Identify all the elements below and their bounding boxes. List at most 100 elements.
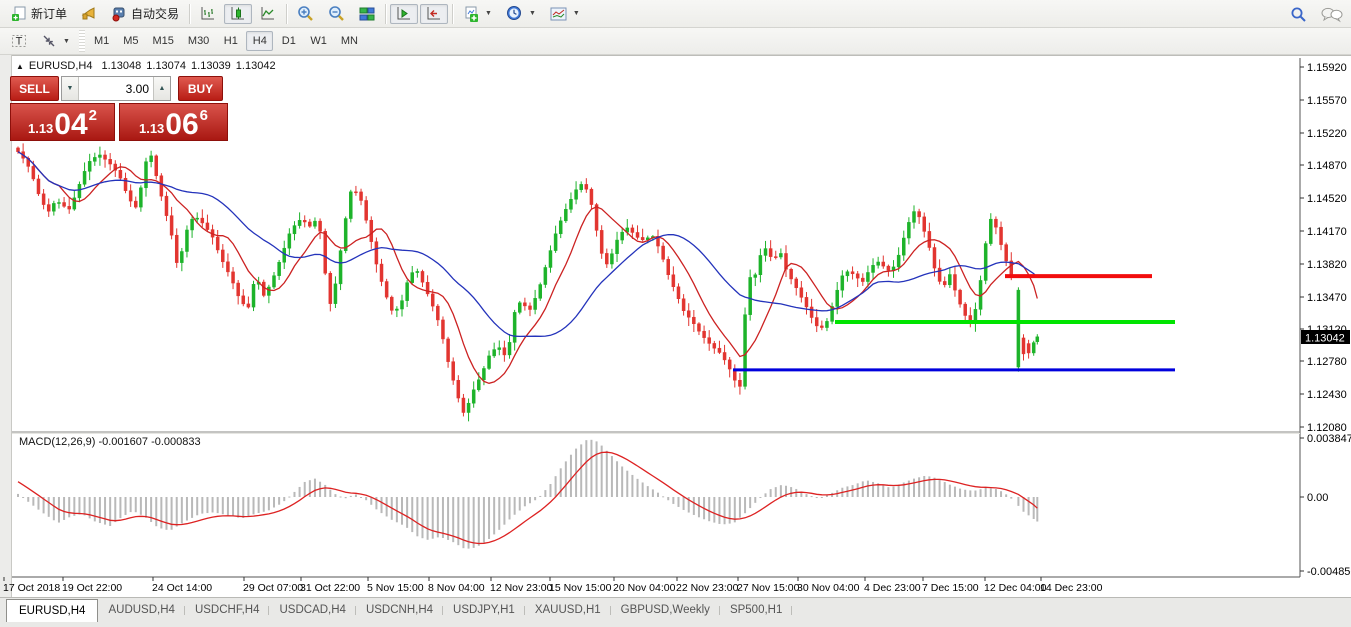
macd-histogram-bar	[637, 479, 639, 497]
macd-histogram-bar	[488, 497, 490, 539]
macd-histogram-bar	[611, 456, 613, 497]
sell-price-display[interactable]: 1.13 04 2	[10, 103, 115, 141]
sell-button[interactable]: SELL	[10, 76, 59, 101]
macd-histogram-bar	[974, 491, 976, 497]
macd-histogram-bar	[273, 497, 275, 508]
macd-histogram-bar	[114, 497, 116, 522]
volume-input[interactable]	[79, 77, 153, 100]
price-axis-label: 1.13820	[1307, 259, 1347, 271]
tab-eurusd-h4[interactable]: EURUSD,H4	[6, 599, 98, 622]
buy-price-pip: 6	[200, 107, 208, 124]
macd-histogram-bar	[749, 497, 751, 508]
tab-usdcnh-h4[interactable]: USDCNH,H4	[356, 600, 443, 619]
macd-histogram-bar	[621, 466, 623, 497]
macd-histogram-bar	[872, 482, 874, 497]
macd-histogram-bar	[447, 497, 449, 540]
macd-histogram-bar	[933, 478, 935, 497]
macd-histogram-bar	[78, 497, 80, 515]
macd-histogram-bar	[923, 476, 925, 497]
tab-usdcad-h4[interactable]: USDCAD,H4	[269, 600, 355, 619]
macd-histogram-bar	[253, 497, 255, 514]
time-axis-label: 19 Oct 22:00	[62, 582, 122, 594]
sell-price-main: 04	[54, 110, 87, 140]
macd-histogram-bar	[693, 497, 695, 515]
macd-histogram-bar	[857, 483, 859, 497]
macd-histogram-bar	[913, 479, 915, 497]
macd-histogram-bar	[765, 493, 767, 497]
macd-histogram-bar	[524, 497, 526, 506]
buy-price-display[interactable]: 1.13 06 6	[119, 103, 228, 141]
tab-usdjpy-h1[interactable]: USDJPY,H1	[443, 600, 525, 619]
candlestick-series	[17, 143, 1039, 421]
macd-histogram-bar	[109, 497, 111, 526]
macd-histogram-bar	[887, 487, 889, 497]
macd-histogram-bar	[247, 497, 249, 516]
macd-histogram-bar	[283, 497, 285, 501]
macd-histogram-bar	[969, 490, 971, 497]
macd-histogram-bar	[94, 497, 96, 521]
macd-histogram-bar	[580, 444, 582, 497]
price-axis-label: 1.15920	[1307, 62, 1347, 74]
macd-histogram-bar	[539, 496, 541, 497]
macd-histogram-bar	[995, 489, 997, 497]
macd-histogram-bar	[48, 497, 50, 517]
price-axis[interactable]: 1.159201.155701.152201.148701.145201.141…	[1300, 62, 1351, 578]
macd-histogram-bar	[585, 440, 587, 497]
macd-histogram-bar	[954, 487, 956, 497]
macd-histogram-bar	[401, 497, 403, 525]
low-value: 1.13039	[191, 60, 231, 72]
tab-audusd-h4[interactable]: AUDUSD,H4	[98, 600, 184, 619]
close-value: 1.13042	[236, 60, 276, 72]
macd-histogram-bar	[596, 441, 598, 497]
macd-histogram-bar	[949, 485, 951, 497]
macd-histogram-bar	[893, 486, 895, 497]
time-axis-label: 14 Dec 23:00	[1040, 582, 1103, 594]
macd-histogram-bar	[145, 497, 147, 518]
time-axis-label: 8 Nov 04:00	[428, 582, 485, 594]
macd-histogram-bar	[626, 471, 628, 497]
macd-histogram-bar	[242, 497, 244, 518]
macd-histogram-bar	[237, 497, 239, 518]
macd-histogram-bar	[360, 497, 362, 498]
macd-histogram-bar	[186, 497, 188, 521]
macd-histogram-bar	[212, 497, 214, 512]
macd-histogram-bar	[677, 497, 679, 507]
tab-usdchf-h4[interactable]: USDCHF,H4	[185, 600, 270, 619]
macd-histogram-bar	[759, 497, 761, 498]
volume-decrease-button[interactable]: ▼	[62, 77, 79, 100]
macd-histogram-bar	[386, 497, 388, 516]
macd-histogram-bar	[570, 455, 572, 497]
macd-histogram-bar	[985, 488, 987, 497]
macd-histogram-bar	[724, 497, 726, 524]
macd-histogram-bar	[416, 497, 418, 536]
tab-gbpusd-weekly[interactable]: GBPUSD,Weekly	[611, 600, 720, 619]
tab-xauusd-h1[interactable]: XAUUSD,H1	[525, 600, 611, 619]
macd-histogram-bar	[534, 497, 536, 500]
buy-price-main: 06	[165, 110, 198, 140]
tab-sp500-h1[interactable]: SP500,H1	[720, 600, 792, 619]
macd-histogram-bar	[754, 497, 756, 503]
macd-histogram-bar	[227, 497, 229, 515]
macd-histogram-bar	[84, 497, 86, 515]
time-axis-label: 15 Nov 15:00	[549, 582, 612, 594]
time-axis-label: 20 Nov 04:00	[613, 582, 676, 594]
macd-histogram-bar	[964, 490, 966, 497]
time-axis-label: 12 Nov 23:00	[490, 582, 553, 594]
macd-histogram-bar	[790, 487, 792, 497]
macd-histogram-bar	[708, 497, 710, 521]
macd-histogram-bar	[1023, 497, 1025, 512]
buy-button[interactable]: BUY	[178, 76, 223, 101]
macd-histogram-bar	[1028, 497, 1030, 515]
macd-histogram-bar	[32, 497, 34, 506]
price-axis-label: 1.12430	[1307, 389, 1347, 401]
macd-histogram-bar	[63, 497, 65, 520]
collapse-arrow-icon[interactable]: ▲	[16, 62, 24, 71]
sell-price-prefix: 1.13	[28, 121, 53, 136]
macd-histogram-bar	[514, 497, 516, 515]
macd-histogram-bar	[739, 497, 741, 518]
time-axis[interactable]: 17 Oct 201819 Oct 22:0024 Oct 14:0029 Oc…	[3, 577, 1103, 594]
macd-histogram-bar	[770, 489, 772, 497]
volume-increase-button[interactable]: ▲	[153, 77, 170, 100]
macd-histogram-bar	[642, 482, 644, 497]
high-value: 1.13074	[146, 60, 186, 72]
